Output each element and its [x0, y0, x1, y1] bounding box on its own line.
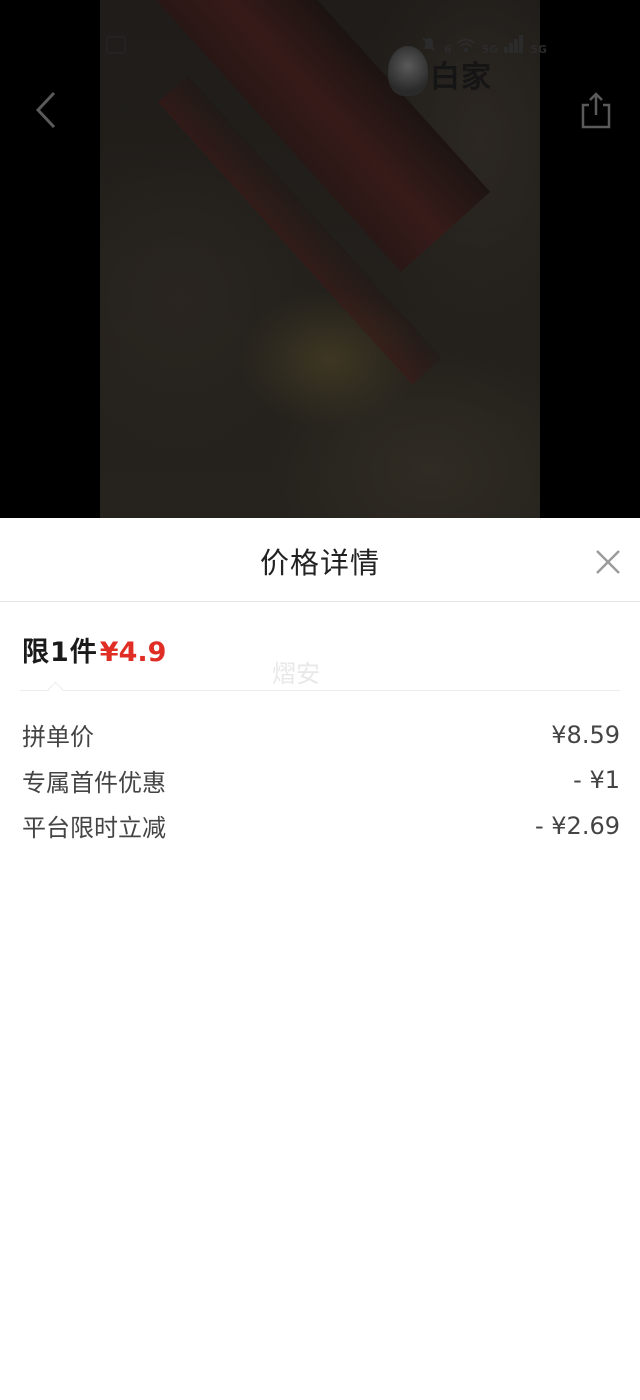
sheet-header: 价格详情	[0, 518, 640, 602]
price-row-amount: - ¥1	[573, 766, 620, 795]
video-watermark-text: 白家	[430, 60, 492, 95]
price-row-label: 拼单价	[22, 723, 94, 752]
limit-price: ¥4.9	[99, 637, 167, 668]
price-row-label: 专属首件优惠	[22, 768, 166, 797]
back-button[interactable]	[24, 88, 68, 132]
close-icon	[596, 550, 620, 574]
signal-icon	[504, 35, 524, 56]
video-background: 白家 6 5G 5G	[0, 0, 640, 518]
sheet-title: 价格详情	[259, 546, 380, 580]
limit-price-row: 限1件 ¥4.9	[22, 630, 166, 670]
price-row-group: 拼单价 ¥8.59	[22, 712, 620, 758]
chevron-left-icon	[35, 91, 56, 129]
divider-notch	[47, 681, 64, 698]
image-icon	[106, 36, 126, 54]
wifi-icon: 6	[444, 37, 476, 56]
divider	[20, 690, 620, 691]
price-row-amount: - ¥2.69	[535, 811, 620, 840]
status-bar: 6 5G 5G	[420, 30, 547, 56]
price-detail-sheet: 价格详情 限1件 ¥4.9 熠安 拼单价 ¥8.59 专属首件优惠 - ¥1 平…	[0, 518, 640, 1400]
faint-watermark: 熠安	[272, 660, 320, 688]
price-row-platform-discount: 平台限时立减 - ¥2.69	[22, 803, 620, 849]
network-1: 5G	[481, 43, 499, 56]
price-row-amount: ¥8.59	[551, 720, 620, 749]
screen: 白家 6 5G 5G 价格详情 限1件 ¥4.9 熠安 拼单价 ¥8.59 专属…	[0, 0, 640, 1400]
network-2: 5G	[530, 43, 547, 56]
close-button[interactable]	[588, 542, 628, 582]
share-icon	[581, 92, 611, 129]
price-row-first-item-discount: 专属首件优惠 - ¥1	[22, 758, 620, 804]
price-detail-list: 拼单价 ¥8.59 专属首件优惠 - ¥1 平台限时立减 - ¥2.69	[22, 712, 620, 849]
share-button[interactable]	[574, 88, 618, 132]
limit-label: 限1件	[22, 637, 98, 668]
wifi-num: 6	[444, 43, 452, 56]
price-row-label: 平台限时立减	[22, 814, 166, 843]
mute-icon	[420, 35, 438, 56]
